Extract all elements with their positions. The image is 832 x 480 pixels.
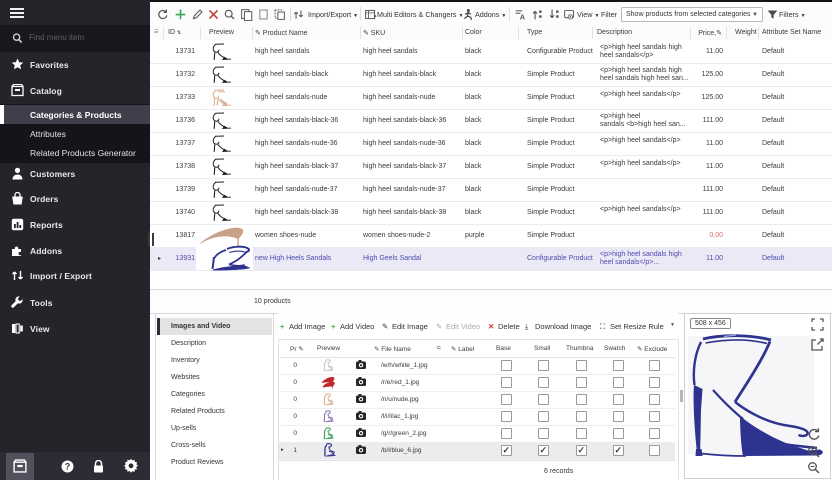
svg-text:?: ? xyxy=(65,462,71,472)
svg-text:A: A xyxy=(520,12,526,21)
